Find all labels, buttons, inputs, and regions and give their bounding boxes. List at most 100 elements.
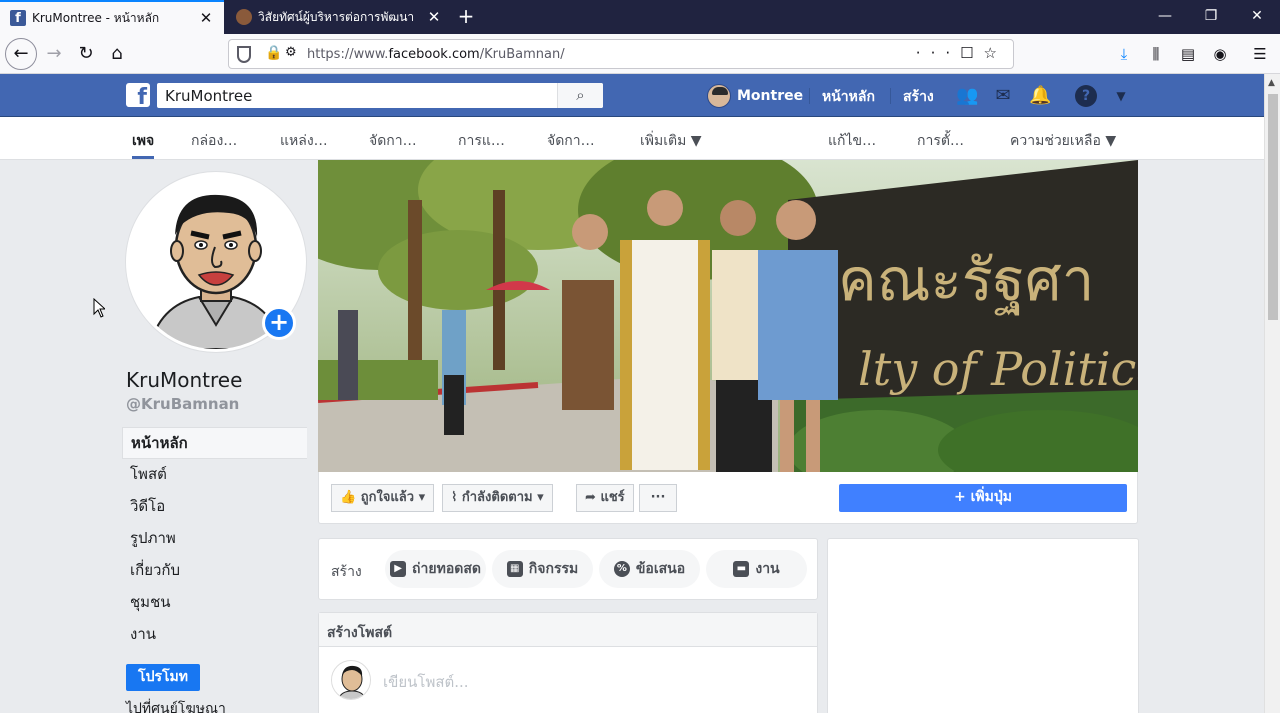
facebook-header: f ⌕ Montree หน้าหลัก สร้าง 👥 ✉ 🔔 ? ▼ — [0, 74, 1264, 117]
create-strip: สร้าง ▶ ถ่ายทอดสด ▦ กิจกรรม % ข้อเสนอ ▬ … — [318, 538, 818, 600]
restore-icon[interactable]: ❐ — [1186, 0, 1236, 34]
address-bar[interactable]: 🔒 ⚙ https://www.facebook.com/KruBamnan/ … — [228, 39, 1014, 69]
more-options-button[interactable]: ··· — [639, 484, 677, 512]
tab-inbox[interactable]: กล่อง… — [191, 130, 237, 152]
help-icon[interactable]: ? — [1075, 85, 1097, 107]
live-video-button[interactable]: ▶ ถ่ายทอดสด — [385, 550, 486, 588]
sidebar-item-home[interactable]: หน้าหลัก — [122, 427, 307, 459]
share-arrow-icon: ➦ — [585, 490, 596, 505]
permissions-icon[interactable]: ⚙ — [285, 45, 297, 60]
page-handle[interactable]: @KruBamnan — [126, 395, 239, 413]
user-name: Montree — [737, 88, 804, 104]
scroll-up-icon[interactable]: ▲ — [1268, 78, 1275, 88]
tab-manage-2[interactable]: จัดกา… — [547, 130, 595, 152]
promote-button[interactable]: โปรโมท — [126, 664, 200, 691]
cover-photo-image: คณะรัฐศา lty of Political — [318, 160, 1138, 472]
user-profile-link[interactable]: Montree — [707, 84, 803, 108]
create-post-header: สร้างโพสต์ — [319, 613, 817, 647]
create-label: สร้าง — [331, 564, 362, 580]
account-icon[interactable]: ◉ — [1208, 42, 1232, 66]
tab-resources[interactable]: แหล่ง… — [280, 130, 328, 152]
tab-page[interactable]: เพจ — [132, 130, 155, 159]
calendar-icon: ▦ — [506, 561, 523, 577]
download-icon[interactable]: ⤓ — [1112, 42, 1136, 66]
close-window-icon[interactable]: ✕ — [1232, 0, 1280, 34]
cover-actions-bar: 👍 ถูกใจแล้ว ▾ ⌇ กำลังติดตาม ▾ ➦ แชร์ ···… — [318, 472, 1138, 524]
home-link[interactable]: หน้าหลัก — [822, 86, 875, 108]
account-dropdown-icon[interactable]: ▼ — [1110, 85, 1132, 107]
sidebar-item-about[interactable]: เกี่ยวกับ — [122, 555, 307, 587]
minimize-icon[interactable]: — — [1140, 0, 1190, 34]
right-panel — [827, 538, 1139, 713]
ad-center-link[interactable]: ไปที่ศูนย์โฆษณา — [126, 698, 226, 713]
following-button[interactable]: ⌇ กำลังติดตาม ▾ — [442, 484, 553, 512]
avatar — [707, 84, 731, 108]
friend-requests-icon[interactable]: 👥 — [956, 85, 978, 107]
liked-button[interactable]: 👍 ถูกใจแล้ว ▾ — [331, 484, 435, 512]
rss-icon: ⌇ — [451, 490, 458, 505]
page-title: KruMontree — [126, 368, 243, 392]
percent-icon: % — [613, 561, 630, 577]
sidebar-item-posts[interactable]: โพสต์ — [122, 459, 307, 491]
cover-wall-text-english: lty of Political — [858, 342, 1138, 396]
video-camera-icon: ▶ — [390, 561, 407, 577]
post-text-input[interactable]: เขียนโพสต์... — [383, 670, 469, 694]
create-link[interactable]: สร้าง — [903, 86, 934, 108]
page-actions-icons[interactable]: ···☐☆ — [916, 44, 1007, 62]
tab-help[interactable]: ความช่วยเหลือ ▼ — [1010, 130, 1116, 152]
page-scrollbar[interactable]: ▲ — [1264, 74, 1280, 713]
avatar — [331, 660, 371, 700]
share-button[interactable]: ➦ แชร์ — [576, 484, 634, 512]
close-tab-icon[interactable]: ✕ — [426, 8, 442, 26]
close-tab-icon[interactable]: ✕ — [198, 9, 214, 27]
cover-photo[interactable]: คณะรัฐศา lty of Political — [318, 160, 1138, 472]
tab-manage-1[interactable]: จัดกา… — [369, 130, 417, 152]
tab-settings[interactable]: การตั้… — [917, 130, 964, 152]
tab-title: KruMontree - หน้าหลัก — [32, 10, 160, 25]
library-icon[interactable]: ⫼ — [1144, 42, 1168, 66]
tracking-shield-icon[interactable] — [237, 46, 251, 63]
search-input[interactable] — [157, 83, 603, 108]
divider — [809, 88, 810, 104]
add-profile-photo-button[interactable]: + — [262, 306, 296, 340]
back-icon[interactable]: ← — [5, 38, 37, 70]
lock-icon[interactable]: 🔒 — [265, 45, 282, 61]
add-button[interactable]: + เพิ่มปุ่ม — [839, 484, 1127, 512]
url-text[interactable]: https://www.facebook.com/KruBamnan/ — [307, 47, 565, 62]
messenger-icon[interactable]: ✉ — [992, 85, 1014, 107]
sidebar-item-jobs[interactable]: งาน — [122, 619, 307, 651]
divider — [890, 88, 891, 104]
browser-navbar: ← → ↻ ⌂ 🔒 ⚙ https://www.facebook.com/Kru… — [0, 34, 1280, 74]
thumbs-up-icon: 👍 — [340, 490, 357, 505]
notifications-bell-icon[interactable]: 🔔 — [1029, 85, 1051, 107]
page-tabs-bar: เพจ กล่อง… แหล่ง… จัดกา… การแ… จัดกา… เพ… — [0, 117, 1264, 160]
tab-title: วิสัยทัศน์ผู้บริหารต่อการพัฒนา ICT — [258, 9, 418, 24]
cover-wall-text-thai: คณะรัฐศา — [838, 246, 1094, 315]
facebook-logo-icon[interactable]: f — [126, 83, 150, 107]
sidebar-item-community[interactable]: ชุมชน — [122, 587, 307, 619]
job-button[interactable]: ▬ งาน — [706, 550, 807, 588]
scrollbar-thumb[interactable] — [1268, 94, 1278, 320]
browser-tab-inactive[interactable]: วิสัยทัศน์ผู้บริหารต่อการพัฒนา ICT ✕ — [226, 0, 452, 34]
offer-button[interactable]: % ข้อเสนอ — [599, 550, 700, 588]
sidebar-item-photos[interactable]: รูปภาพ — [122, 523, 307, 555]
tab-edit[interactable]: แก้ไข… — [828, 130, 876, 152]
browser-tab-active[interactable]: f KruMontree - หน้าหลัก ✕ — [0, 0, 224, 34]
left-navigation: หน้าหลัก โพสต์ วิดีโอ รูปภาพ เกี่ยวกับ ช… — [122, 427, 307, 651]
facebook-favicon-icon: f — [10, 10, 26, 26]
new-tab-icon[interactable]: + — [454, 0, 478, 34]
forward-icon[interactable]: → — [38, 38, 70, 70]
sidebar-item-videos[interactable]: วิดีโอ — [122, 491, 307, 523]
home-icon[interactable]: ⌂ — [101, 38, 133, 70]
search-icon[interactable]: ⌕ — [557, 83, 603, 108]
post-composer: สร้างโพสต์ เขียนโพสต์... — [318, 612, 818, 713]
avatar-favicon-icon — [236, 9, 252, 25]
briefcase-icon: ▬ — [733, 561, 750, 577]
tab-more[interactable]: เพิ่มเติม ▼ — [640, 130, 702, 152]
event-button[interactable]: ▦ กิจกรรม — [492, 550, 593, 588]
menu-icon[interactable]: ☰ — [1248, 42, 1272, 66]
browser-tab-strip: f KruMontree - หน้าหลัก ✕ วิสัยทัศน์ผู้บ… — [0, 0, 1280, 34]
tab-insights[interactable]: การแ… — [458, 130, 505, 152]
sidebar-icon[interactable]: ▤ — [1176, 42, 1200, 66]
reload-icon[interactable]: ↻ — [70, 38, 102, 70]
